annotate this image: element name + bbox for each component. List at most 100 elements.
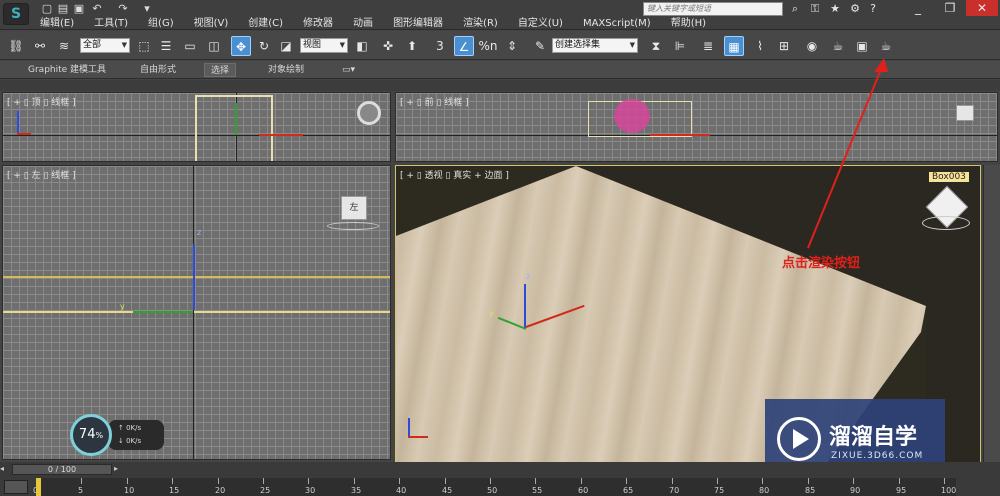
close-button[interactable]: ✕ (966, 0, 998, 16)
tab-selection[interactable]: 选择 (204, 63, 237, 77)
schematic-view-icon[interactable]: ⊞ (774, 36, 794, 56)
restore-button[interactable]: ❐ (934, 0, 966, 16)
track-bar[interactable]: 0510152025303540455055606570758085909510… (33, 478, 956, 496)
material-editor-icon[interactable]: ◉ (802, 36, 822, 56)
open-file-icon[interactable]: ▤ (56, 2, 70, 16)
help-icon[interactable]: ? (866, 2, 880, 16)
window-crossing-icon[interactable]: ◫ (204, 36, 224, 56)
timeline-tick-label: 50 (487, 486, 498, 495)
viewport-perspective-label[interactable]: [ + ▯ 透视 ▯ 真实 + 边面 ] (400, 168, 509, 181)
layer-manager-icon[interactable]: ≣ (698, 36, 718, 56)
minimize-button[interactable]: _ (902, 0, 934, 16)
named-selection-dropdown[interactable]: 创建选择集 ▼ (552, 38, 638, 53)
performance-monitor: ↑ 0K/s ↓ 0K/s 74% (70, 414, 164, 456)
ribbon-options-icon[interactable]: ▭▾ (336, 63, 361, 77)
menu-group[interactable]: 组(G) (138, 17, 184, 30)
timeline-tick (308, 478, 309, 484)
timeline-next-icon[interactable]: ▸ (114, 464, 124, 475)
select-by-name-icon[interactable]: ☰ (156, 36, 176, 56)
transform-gizmo-y[interactable] (133, 311, 193, 313)
menu-customize[interactable]: 自定义(U) (508, 17, 573, 30)
save-icon[interactable]: ▣ (72, 2, 86, 16)
timeline-prev-icon[interactable]: ◂ (0, 464, 10, 475)
undo-icon[interactable]: ↶ (90, 2, 104, 16)
percent-snap-icon[interactable]: %n (478, 36, 498, 56)
select-rotate-icon[interactable]: ↻ (254, 36, 274, 56)
render-setup-icon[interactable]: ☕ (828, 36, 848, 56)
axis-tripod-x-icon (408, 436, 428, 438)
chevron-down-icon: ▼ (121, 41, 127, 49)
curve-editor-icon[interactable]: ⌇ (750, 36, 770, 56)
menu-help[interactable]: 帮助(H) (661, 17, 716, 30)
align-icon[interactable]: ⊫ (670, 36, 690, 56)
transform-gizmo-z[interactable] (524, 284, 526, 328)
menu-edit[interactable]: 编辑(E) (30, 17, 84, 30)
reference-coord-dropdown[interactable]: 视图 ▼ (300, 38, 348, 53)
tab-graphite-modeling[interactable]: Graphite 建模工具 (22, 63, 112, 77)
menu-tools[interactable]: 工具(T) (84, 17, 138, 30)
search-icon[interactable]: ⌕ (788, 2, 802, 16)
settings-icon[interactable]: ⚙ (848, 2, 862, 16)
viewcube-left[interactable]: 左 (341, 196, 367, 220)
select-object-icon[interactable]: ⬚ (134, 36, 154, 56)
subscription-icon[interactable]: ⚿ (808, 2, 822, 16)
graphite-toggle-icon[interactable]: ▦ (724, 36, 744, 56)
redo-icon[interactable]: ↷ (116, 2, 130, 16)
app-logo[interactable]: S (3, 3, 29, 25)
menu-maxscript[interactable]: MAXScript(M) (573, 17, 661, 30)
mirror-icon[interactable]: ⧗ (646, 36, 666, 56)
menu-create[interactable]: 创建(C) (238, 17, 293, 30)
viewcube-front[interactable] (956, 105, 974, 121)
transform-gizmo-x[interactable] (650, 134, 710, 136)
viewport-front[interactable]: [ + ▯ 前 ▯ 线框 ] (395, 92, 998, 162)
download-rate: ↓ 0K/s (118, 437, 142, 445)
menu-rendering[interactable]: 渲染(R) (453, 17, 508, 30)
viewcube-ring[interactable] (922, 216, 970, 230)
viewport-top-label[interactable]: [ + ▯ 顶 ▯ 线框 ] (7, 95, 76, 108)
transform-gizmo-x[interactable] (259, 134, 303, 136)
timeline-tick (626, 478, 627, 484)
quick-access-menu-icon[interactable]: ▾ (140, 2, 154, 16)
favorites-icon[interactable]: ★ (828, 2, 842, 16)
viewport-top[interactable]: [ + ▯ 顶 ▯ 线框 ] (2, 92, 391, 162)
tab-freeform[interactable]: 自由形式 (134, 63, 182, 77)
menu-graph-editors[interactable]: 图形编辑器 (383, 17, 453, 30)
time-cursor[interactable] (36, 478, 41, 496)
rectangular-selection-icon[interactable]: ▭ (180, 36, 200, 56)
timeline-mini-curve-icon[interactable] (4, 480, 28, 494)
timeline-tick-label: 55 (532, 486, 543, 495)
viewport-front-label[interactable]: [ + ▯ 前 ▯ 线框 ] (400, 95, 469, 108)
select-move-icon[interactable]: ✥ (231, 36, 251, 56)
viewport-left[interactable]: [ + ▯ 左 ▯ 线框 ] y z 左 (2, 165, 391, 460)
tab-object-paint[interactable]: 对象绘制 (262, 63, 310, 77)
angle-snap-icon[interactable]: ∠ (454, 36, 474, 56)
transform-gizmo-z[interactable] (193, 244, 195, 310)
timeline-tick-label: 40 (396, 486, 407, 495)
unlink-icon[interactable]: ⚯ (30, 36, 50, 56)
command-panel-edge[interactable] (983, 165, 1000, 463)
watermark-title: 溜溜自学 (829, 425, 918, 450)
edit-named-selection-icon[interactable]: ✎ (530, 36, 550, 56)
select-link-icon[interactable]: ⛓ (6, 36, 26, 56)
viewport-left-label[interactable]: [ + ▯ 左 ▯ 线框 ] (7, 168, 76, 181)
time-slider[interactable]: 0 / 100 (12, 464, 112, 475)
viewcube-ring[interactable] (327, 222, 379, 230)
render-production-icon[interactable]: ☕ (876, 36, 896, 56)
rendered-frame-window-icon[interactable]: ▣ (852, 36, 872, 56)
keyboard-shortcut-icon[interactable]: ⬆ (402, 36, 422, 56)
menu-modifiers[interactable]: 修改器 (293, 17, 343, 30)
timeline-tick (808, 478, 809, 484)
snaps-toggle-icon[interactable]: 3 (430, 36, 450, 56)
viewcube-top[interactable] (357, 101, 381, 125)
bind-space-warp-icon[interactable]: ≋ (54, 36, 74, 56)
transform-gizmo-y[interactable] (235, 103, 237, 135)
select-manipulate-icon[interactable]: ✜ (378, 36, 398, 56)
pivot-center-icon[interactable]: ◧ (352, 36, 372, 56)
menu-views[interactable]: 视图(V) (184, 17, 239, 30)
search-input[interactable]: 键入关键字或短语 (643, 2, 783, 16)
selection-filter-dropdown[interactable]: 全部 ▼ (80, 38, 130, 53)
menu-animation[interactable]: 动画 (343, 17, 383, 30)
select-scale-icon[interactable]: ◪ (276, 36, 296, 56)
new-file-icon[interactable]: ▢ (40, 2, 54, 16)
spinner-snap-icon[interactable]: ⇕ (502, 36, 522, 56)
